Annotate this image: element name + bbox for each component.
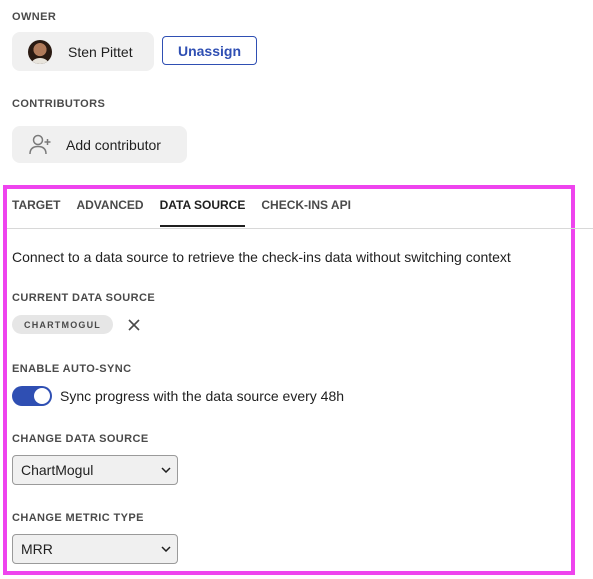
chevron-down-icon <box>161 467 171 473</box>
owner-name: Sten Pittet <box>68 43 133 60</box>
tab-bar: TARGET ADVANCED DATA SOURCE CHECK-INS AP… <box>12 198 367 228</box>
unassign-button[interactable]: Unassign <box>162 36 257 65</box>
metric-type-select[interactable]: MRR <box>12 534 178 564</box>
tab-advanced[interactable]: ADVANCED <box>76 198 143 227</box>
tab-check-ins-api[interactable]: CHECK-INS API <box>261 198 351 227</box>
owner-chip: Sten Pittet <box>12 32 154 71</box>
data-source-select-value: ChartMogul <box>21 462 94 478</box>
tab-target[interactable]: TARGET <box>12 198 60 227</box>
add-contributor-button[interactable]: Add contributor <box>12 126 187 163</box>
contributors-section-label: CONTRIBUTORS <box>12 98 106 110</box>
add-user-icon <box>29 134 51 154</box>
current-data-source-tag: CHARTMOGUL <box>12 315 113 334</box>
auto-sync-label: ENABLE AUTO-SYNC <box>12 363 132 375</box>
data-source-select[interactable]: ChartMogul <box>12 455 178 485</box>
toggle-knob <box>34 388 50 404</box>
metric-type-select-value: MRR <box>21 541 53 557</box>
tab-divider <box>7 228 593 229</box>
auto-sync-toggle[interactable] <box>12 386 52 406</box>
change-metric-type-label: CHANGE METRIC TYPE <box>12 512 144 524</box>
owner-section-label: OWNER <box>12 11 57 23</box>
change-data-source-label: CHANGE DATA SOURCE <box>12 433 149 445</box>
goal-settings-panel: OWNER Sten Pittet Unassign CONTRIBUTORS … <box>0 0 593 579</box>
auto-sync-description: Sync progress with the data source every… <box>60 388 345 404</box>
data-source-description: Connect to a data source to retrieve the… <box>12 249 511 265</box>
avatar <box>28 39 52 64</box>
chevron-down-icon <box>161 546 171 552</box>
add-contributor-label: Add contributor <box>66 136 161 153</box>
tab-data-source[interactable]: DATA SOURCE <box>159 198 246 227</box>
current-data-source-label: CURRENT DATA SOURCE <box>12 292 156 304</box>
close-icon[interactable] <box>127 318 141 332</box>
